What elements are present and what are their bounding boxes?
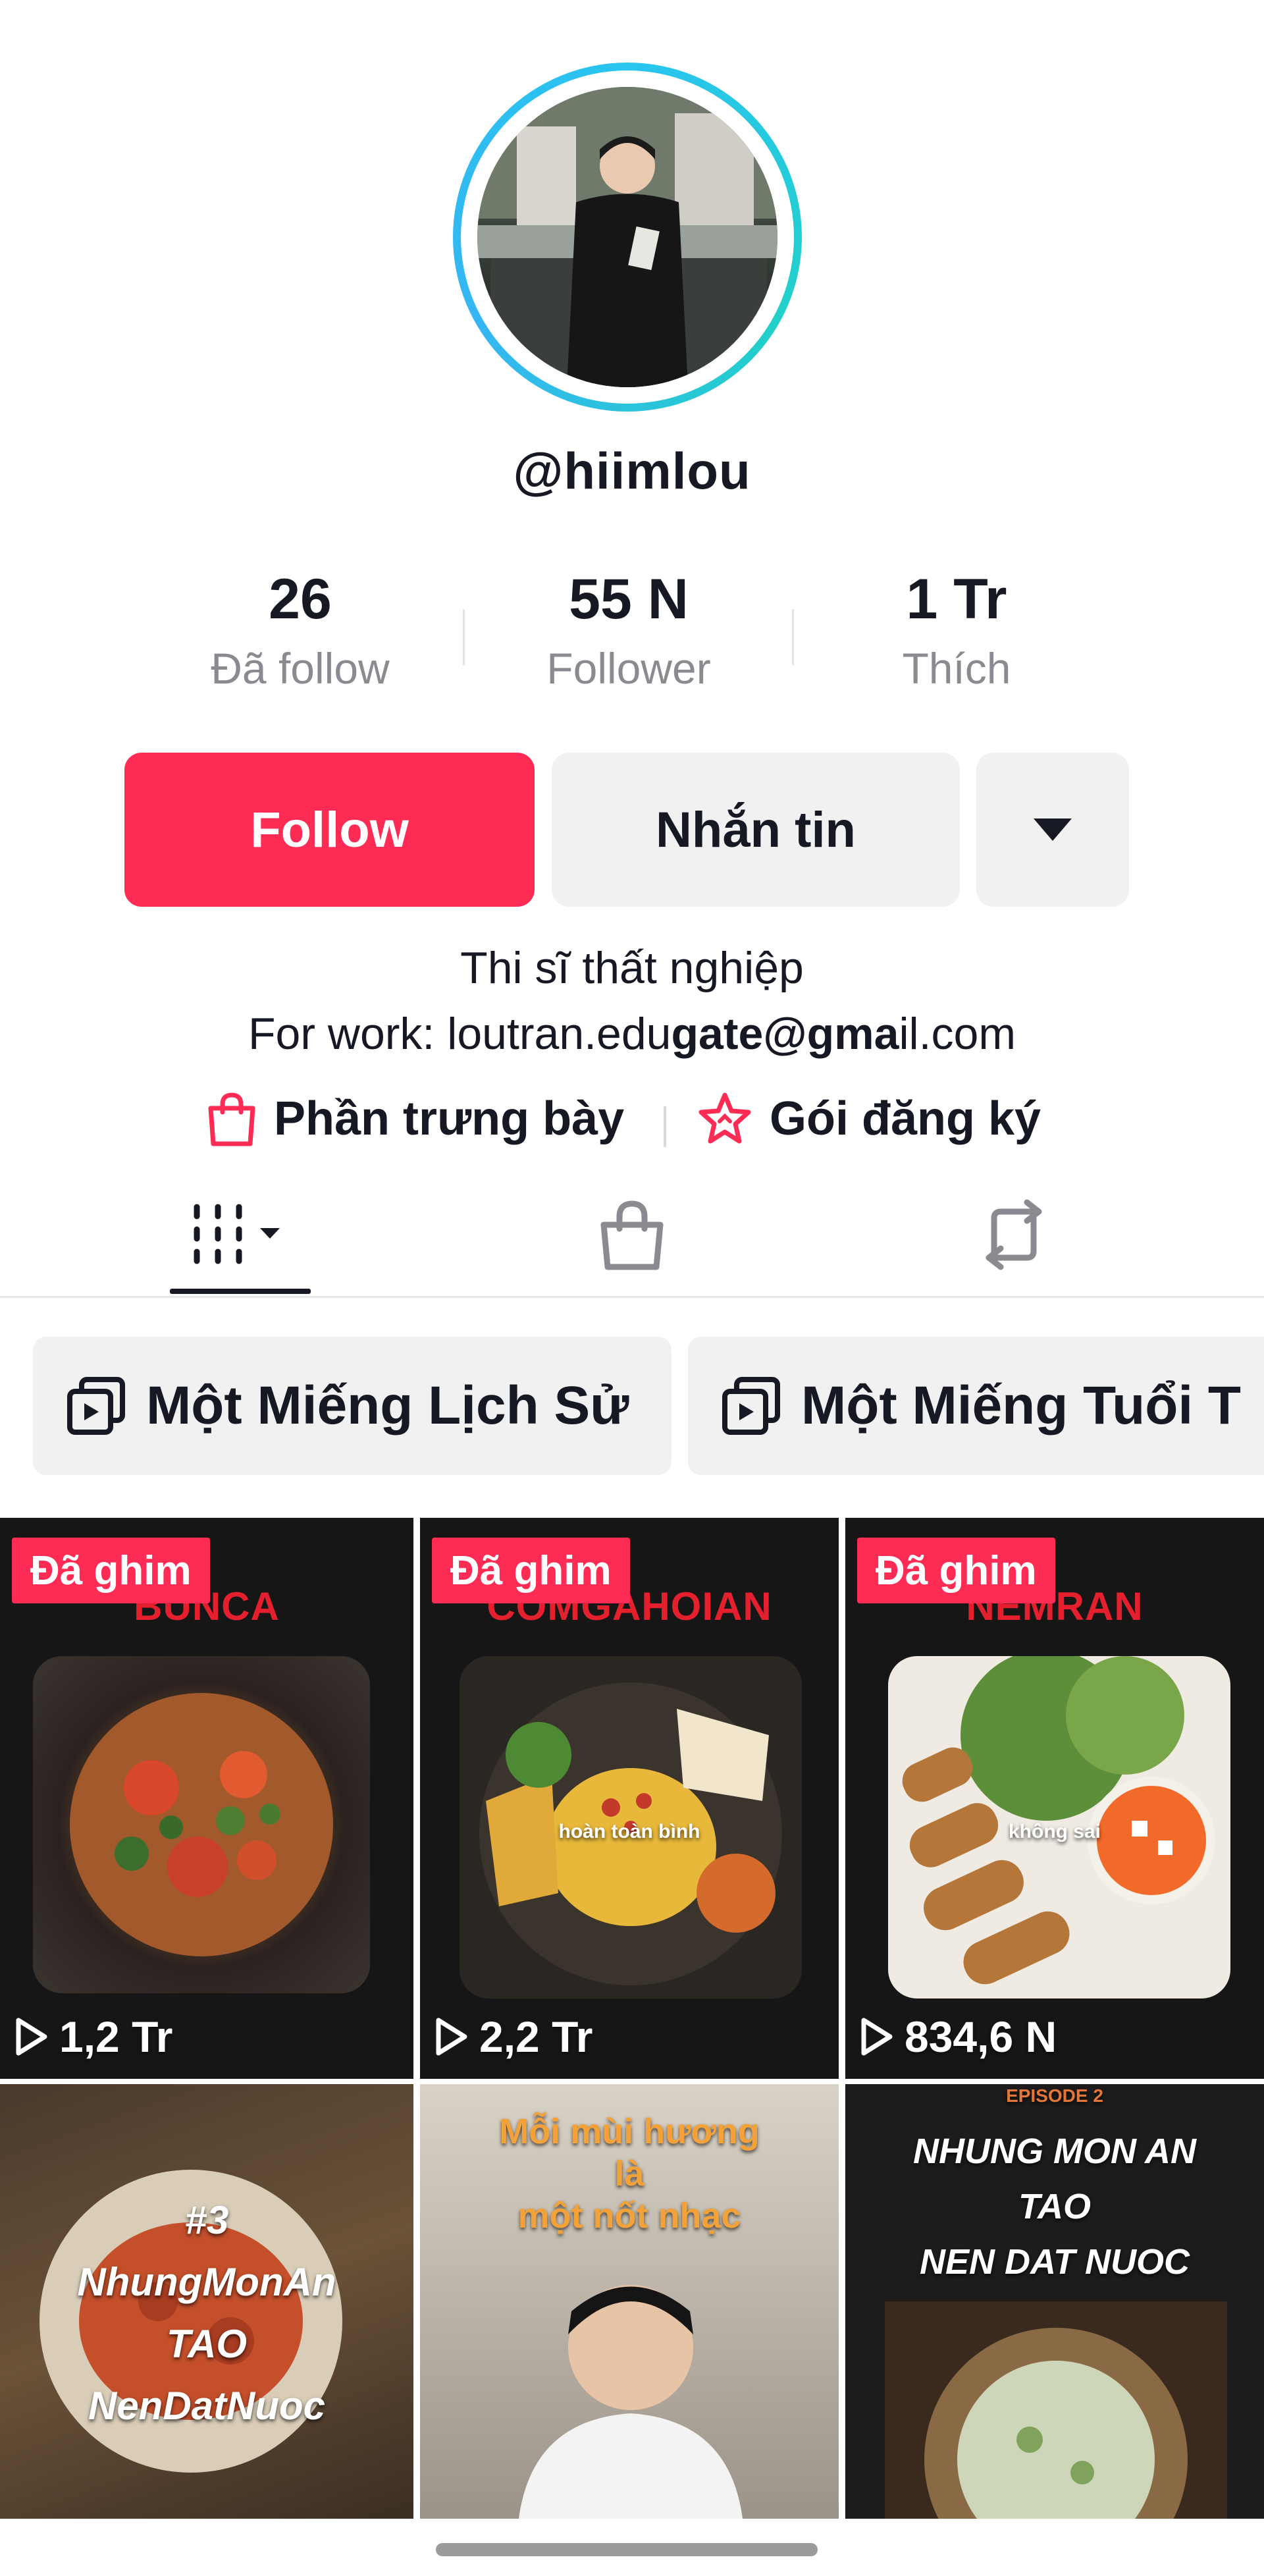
stat-divider <box>463 609 465 665</box>
tabs-divider <box>0 1296 1264 1298</box>
star-badge-icon <box>698 1092 751 1144</box>
view-count: 2,2 Tr <box>433 2012 592 2062</box>
video-text-line: Mỗi mùi hương <box>499 2112 760 2151</box>
video-caption: hoàn toàn bình <box>558 1821 700 1842</box>
caret-down-icon <box>1034 818 1072 841</box>
shopping-bag-icon <box>208 1092 255 1146</box>
view-count-value: 834,6 N <box>905 2012 1057 2061</box>
message-button[interactable]: Nhắn tin <box>552 753 960 907</box>
video-thumbnail[interactable]: Mỗi mùi hương là một nốt nhạc <box>420 2084 839 2519</box>
bio-line-1: Thi sĩ thất nghiệp <box>460 943 804 993</box>
playlist-label: Một Miếng Lịch Sử <box>146 1376 629 1436</box>
stat-following[interactable]: 26 Đã follow <box>162 566 438 698</box>
stat-following-value: 26 <box>269 568 332 631</box>
pinned-badge: Đã ghim <box>12 1538 210 1603</box>
video-thumbnail[interactable]: COMGAHOIAN hoàn toàn bình Đã ghim 2,2 Tr <box>420 1518 839 2079</box>
home-indicator[interactable] <box>436 2543 818 2556</box>
bio-line-2: For work: loutran.edugate@gmail.com <box>0 1004 1264 1063</box>
bio-text-bold: gate@gma <box>671 1009 899 1059</box>
stat-likes[interactable]: 1 Tr Thích <box>818 566 1095 698</box>
video-text: NHUNG MON AN TAO NEN DAT NUOC <box>845 2124 1264 2290</box>
tab-shop[interactable] <box>566 1185 698 1284</box>
video-thumbnail[interactable]: EPISODE 2 NHUNG MON AN TAO NEN DAT NUOC <box>845 2084 1264 2519</box>
link-divider <box>664 1106 666 1147</box>
playlist-icon <box>722 1377 780 1435</box>
pinned-badge: Đã ghim <box>857 1538 1055 1603</box>
play-icon <box>436 2018 467 2056</box>
playlist-chip[interactable]: Một Miếng Lịch Sử <box>33 1337 672 1475</box>
soup-illustration <box>70 1693 333 1956</box>
username: @hiimlou <box>513 442 751 500</box>
link-showcase-label: Phần trưng bày <box>274 1092 625 1145</box>
grid-icon <box>194 1204 280 1264</box>
video-thumbnail[interactable]: #3 NhungMonAn TAO NenDatNuoc <box>0 2084 413 2519</box>
video-text-line: TAO <box>166 2322 248 2366</box>
link-subscription-label: Gói đăng ký <box>770 1092 1041 1145</box>
video-text-line: NHUNG MON AN <box>913 2132 1196 2171</box>
video-text-line: #3 <box>184 2198 229 2242</box>
link-showcase[interactable]: Phần trưng bày <box>204 1090 624 1162</box>
playlist-chip[interactable]: Một Miếng Tuổi T <box>688 1337 1264 1475</box>
play-icon <box>16 2018 47 2056</box>
view-count: 1,2 Tr <box>13 2012 172 2062</box>
stat-following-label: Đã follow <box>211 644 390 693</box>
stat-followers-label: Follower <box>546 644 711 693</box>
stat-followers-value: 55 N <box>569 568 689 631</box>
tab-reposts[interactable] <box>948 1185 1080 1284</box>
video-text-line: NEN DAT NUOC <box>920 2242 1190 2282</box>
episode-label: EPISODE 2 <box>1006 2085 1103 2106</box>
food-illustration <box>885 2301 1227 2519</box>
video-text: Mỗi mùi hương là một nốt nhạc <box>420 2110 839 2237</box>
more-options-button[interactable] <box>976 753 1129 907</box>
avatar-illustration <box>477 87 777 387</box>
playlist-label: Một Miếng Tuổi T <box>801 1376 1241 1436</box>
stat-likes-label: Thích <box>902 644 1011 693</box>
video-thumbnail[interactable]: BUNCA Đã ghim 1,2 Tr <box>0 1518 413 2079</box>
video-text-line: là <box>614 2154 645 2193</box>
link-subscription[interactable]: Gói đăng ký <box>695 1090 1041 1162</box>
repost-icon <box>986 1199 1042 1270</box>
follow-button[interactable]: Follow <box>124 753 535 907</box>
video-text-line: NhungMonAn <box>77 2260 336 2304</box>
stat-followers[interactable]: 55 N Follower <box>490 566 767 698</box>
video-thumbnail[interactable]: NEMRAN không sai Đã ghim 834,6 N <box>845 1518 1264 2079</box>
video-text-line: TAO <box>1018 2187 1091 2226</box>
pinned-badge: Đã ghim <box>432 1538 630 1603</box>
view-count-value: 1,2 Tr <box>59 2012 173 2061</box>
video-text: #3 NhungMonAn TAO NenDatNuoc <box>0 2189 413 2437</box>
shopping-bag-icon <box>600 1200 664 1270</box>
tab-active-indicator <box>170 1289 311 1294</box>
video-text-line: NenDatNuoc <box>88 2384 326 2428</box>
person-illustration <box>519 2285 743 2519</box>
stat-likes-value: 1 Tr <box>906 568 1007 631</box>
video-caption: không sai <box>1008 1821 1101 1842</box>
food-image <box>33 1656 370 1993</box>
avatar[interactable] <box>477 87 777 387</box>
playlist-icon <box>67 1377 125 1435</box>
tab-videos[interactable] <box>170 1185 311 1284</box>
bio-text: il.com <box>899 1009 1016 1059</box>
view-count: 834,6 N <box>858 2012 1057 2062</box>
view-count-value: 2,2 Tr <box>479 2012 593 2061</box>
bio-text: For work: loutran.edu <box>248 1009 672 1059</box>
play-icon <box>861 2018 893 2056</box>
stat-divider <box>792 609 794 665</box>
video-text-line: một nốt nhạc <box>517 2196 741 2236</box>
